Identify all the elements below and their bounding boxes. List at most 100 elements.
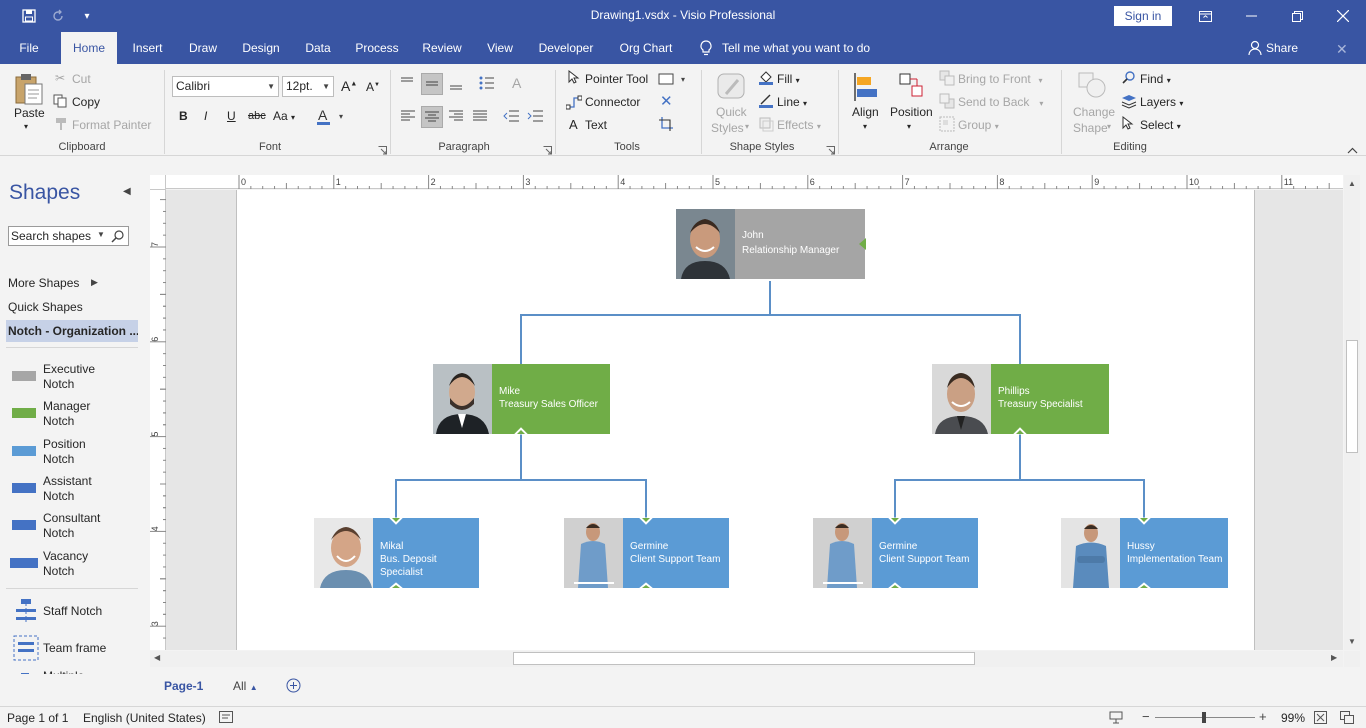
change-shape-label-1[interactable]: Change [1073, 105, 1115, 119]
stencil-notch-organization[interactable]: Notch - Organization ... [6, 320, 138, 342]
quick-styles-label-2[interactable]: Styles [711, 121, 744, 135]
connector-line[interactable] [894, 434, 1021, 518]
zoom-level[interactable]: 99% [1281, 711, 1305, 725]
layers-button[interactable]: Layers ▾ [1140, 95, 1183, 109]
vertical-scrollbar[interactable]: ▲ ▼ [1344, 175, 1360, 650]
connector-button[interactable]: Connector [585, 95, 640, 109]
org-node-executive[interactable]: John Relationship Manager [676, 209, 866, 279]
select-button[interactable]: Select ▾ [1140, 118, 1181, 132]
change-case-icon[interactable]: Aa ▾ [273, 109, 295, 123]
scroll-right-icon[interactable]: ▶ [1331, 653, 1337, 662]
stencil-staff-notch[interactable]: Staff Notch [10, 598, 140, 632]
align-bottom-icon[interactable] [447, 74, 465, 95]
quick-styles-dropdown-icon[interactable]: ▾ [745, 122, 749, 131]
font-dialog-launcher-icon[interactable] [378, 144, 387, 158]
font-color-icon[interactable]: A ▾ [317, 107, 347, 129]
sign-in-button[interactable]: Sign in [1114, 6, 1172, 26]
more-shapes-link[interactable]: More Shapes [8, 276, 79, 290]
tell-me-search[interactable]: Tell me what you want to do [722, 32, 882, 64]
paste-icon[interactable] [13, 72, 45, 109]
connector-line[interactable] [520, 281, 771, 364]
connector-line[interactable] [521, 479, 647, 518]
save-icon[interactable] [15, 0, 43, 32]
bullets-icon[interactable] [478, 74, 496, 95]
stencil-assistant-notch[interactable]: Assistant Notch [10, 474, 140, 508]
connection-point-icon[interactable]: ✕ [660, 92, 673, 110]
tab-draw[interactable]: Draw [182, 32, 224, 64]
cut-button[interactable]: Cut [72, 72, 91, 86]
drawing-page[interactable]: John Relationship Manager Mike Treasury … [236, 190, 1255, 650]
customize-qat-icon[interactable]: ▾ [73, 0, 101, 32]
strikethrough-icon[interactable]: abc [248, 110, 266, 122]
format-painter-button[interactable]: Format Painter [72, 118, 151, 132]
tab-design[interactable]: Design [236, 32, 286, 64]
collapse-ribbon-icon[interactable] [1347, 143, 1358, 157]
tab-org-chart[interactable]: Org Chart [612, 32, 680, 64]
position-button[interactable]: Position [890, 105, 933, 119]
stencil-vacancy-notch[interactable]: Vacancy Notch [10, 549, 140, 583]
align-top-icon[interactable] [398, 74, 416, 95]
search-icon[interactable] [111, 229, 125, 246]
horizontal-scrollbar[interactable]: ◀ ▶ [150, 651, 1343, 667]
drawing-canvas[interactable]: John Relationship Manager Mike Treasury … [166, 190, 1343, 650]
org-node-position[interactable]: Germine Client Support Team [813, 518, 978, 588]
group-button[interactable]: Group ▾ [958, 118, 999, 132]
macro-recording-icon[interactable] [219, 711, 233, 726]
page-number-status[interactable]: Page 1 of 1 [7, 711, 68, 725]
tab-review[interactable]: Review [416, 32, 468, 64]
org-node-manager[interactable]: Phillips Treasury Specialist [932, 364, 1109, 434]
fit-page-icon[interactable] [1314, 711, 1327, 727]
bold-icon[interactable]: B [179, 109, 188, 123]
copy-button[interactable]: Copy [72, 95, 100, 109]
align-button[interactable]: Align [852, 105, 879, 119]
paste-button[interactable]: Paste [14, 106, 45, 120]
align-center-icon[interactable] [421, 106, 443, 128]
scroll-down-icon[interactable]: ▼ [1348, 637, 1356, 646]
language-status[interactable]: English (United States) [83, 711, 206, 725]
org-node-manager[interactable]: Mike Treasury Sales Officer [433, 364, 610, 434]
scroll-left-icon[interactable]: ◀ [154, 653, 160, 662]
text-direction-icon[interactable]: A [512, 75, 521, 91]
close-pane-icon[interactable]: ✕ [1336, 41, 1348, 58]
pointer-tool-button[interactable]: Pointer Tool [585, 72, 648, 86]
connector-line[interactable] [770, 314, 1021, 364]
quick-shapes-link[interactable]: Quick Shapes [8, 300, 83, 314]
find-button[interactable]: Find ▾ [1140, 72, 1171, 86]
fill-button[interactable]: Fill ▾ [777, 72, 800, 86]
tab-insert[interactable]: Insert [125, 32, 170, 64]
paste-dropdown-icon[interactable]: ▾ [24, 122, 28, 131]
quick-styles-label-1[interactable]: Quick [716, 105, 747, 119]
stencil-manager-notch[interactable]: Manager Notch [10, 399, 140, 433]
tab-data[interactable]: Data [298, 32, 338, 64]
undo-icon[interactable] [44, 0, 72, 32]
page-tab-page-1[interactable]: Page-1 [164, 679, 203, 693]
shape-styles-dialog-launcher-icon[interactable] [826, 144, 835, 158]
line-button[interactable]: Line ▾ [777, 95, 807, 109]
send-to-back-button[interactable]: Send to Back ▾ [958, 95, 1043, 109]
grow-font-icon[interactable]: A▲ [341, 78, 357, 94]
connector-line[interactable] [1020, 479, 1145, 518]
position-dropdown-icon[interactable]: ▾ [907, 122, 911, 131]
align-right-icon[interactable] [447, 107, 465, 128]
scroll-thumb[interactable] [513, 652, 975, 665]
change-shape-label-2[interactable]: Shape [1073, 121, 1108, 135]
tab-home[interactable]: Home [61, 32, 117, 64]
org-node-position[interactable]: Germine Client Support Team [564, 518, 729, 588]
org-node-position[interactable]: Mikal Bus. Deposit Specialist [314, 518, 479, 588]
all-pages-button[interactable]: All ▲ [233, 679, 258, 693]
justify-icon[interactable] [471, 107, 489, 128]
org-node-position[interactable]: Hussy Implementation Team [1061, 518, 1228, 588]
ribbon-display-options-icon[interactable] [1182, 0, 1228, 32]
paragraph-dialog-launcher-icon[interactable] [543, 144, 552, 158]
bring-to-front-button[interactable]: Bring to Front ▾ [958, 72, 1043, 86]
tab-file[interactable]: File [8, 32, 50, 64]
switch-windows-icon[interactable] [1340, 711, 1354, 727]
quick-styles-icon[interactable] [716, 72, 748, 105]
align-dropdown-icon[interactable]: ▾ [863, 122, 867, 131]
effects-button[interactable]: Effects ▾ [777, 118, 821, 132]
shrink-font-icon[interactable]: A▼ [366, 80, 380, 94]
change-shape-dropdown-icon[interactable]: ▾ [1107, 122, 1111, 131]
search-dropdown-icon[interactable]: ▼ [97, 230, 105, 239]
align-middle-icon[interactable] [421, 73, 443, 95]
scroll-thumb[interactable] [1346, 340, 1358, 453]
